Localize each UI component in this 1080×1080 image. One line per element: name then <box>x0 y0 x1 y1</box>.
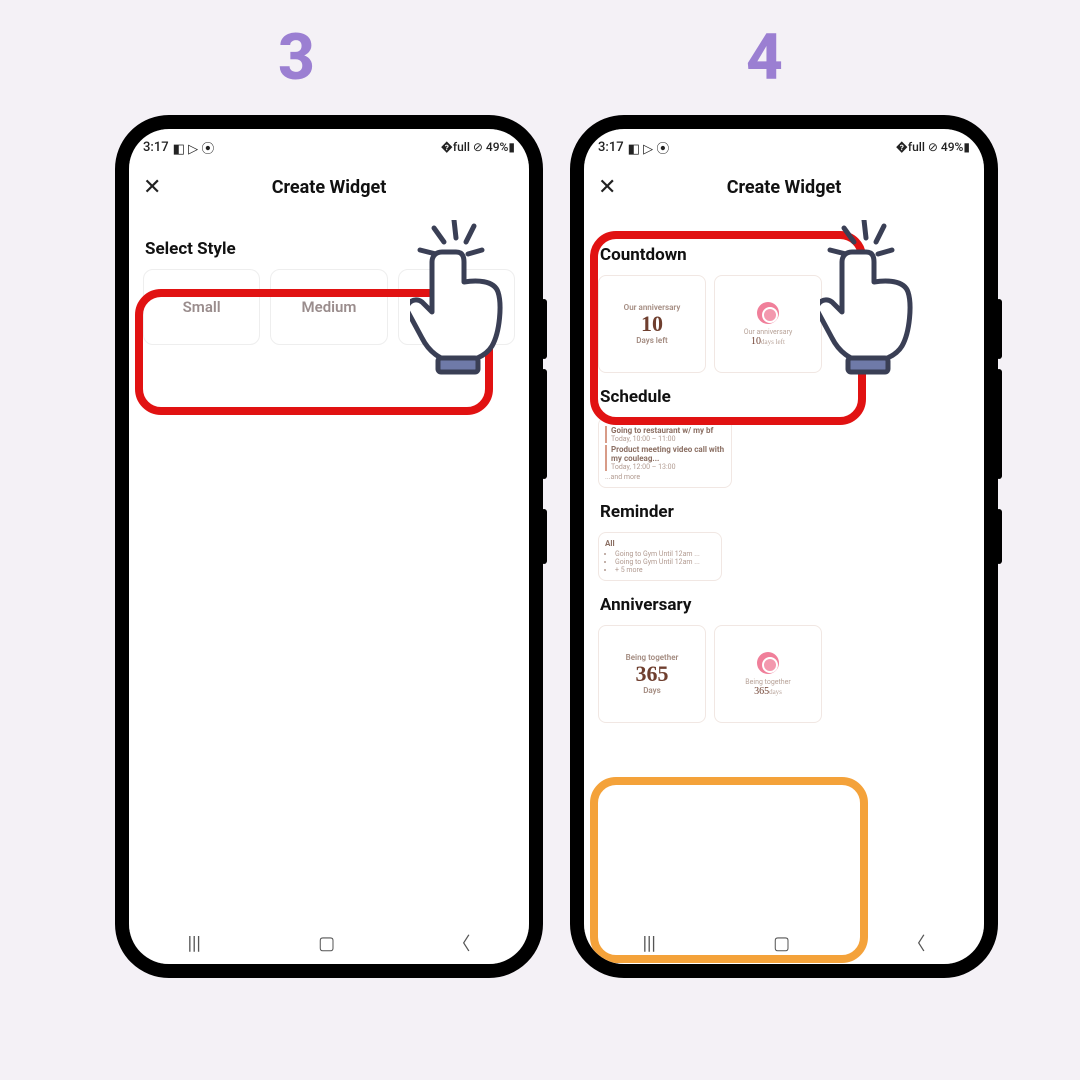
status-bar: 3:17 ◧ ▷ ⦿ �full ⊘ 49%▮ <box>129 129 529 165</box>
countdown-b-value: 10 <box>751 336 761 347</box>
award-icon <box>757 302 779 324</box>
close-icon[interactable]: ✕ <box>143 175 161 200</box>
status-bar: 3:17 ◧ ▷ ⦿ �full ⊘ 49%▮ <box>584 129 984 165</box>
schedule-more: ...and more <box>605 473 725 481</box>
schedule-widgets: Going to restaurant w/ my bfToday, 10:00… <box>598 417 970 488</box>
android-nav-bar: ||| ▢ 〈 <box>584 922 984 964</box>
countdown-widgets: Our anniversary 10 Days left Our anniver… <box>598 275 970 373</box>
anniv-b-title: Being together <box>745 678 790 686</box>
anniversary-widgets: Being together 365 Days Being together 3… <box>598 625 970 723</box>
anniversary-widget-a[interactable]: Being together 365 Days <box>598 625 706 723</box>
app-bar: ✕ Create Widget <box>129 165 529 209</box>
style-option-small[interactable]: Small <box>143 269 260 345</box>
style-option-large[interactable]: Large <box>398 269 515 345</box>
schedule-item-2: Product meeting video call with my coule… <box>611 445 724 463</box>
reminder-item-2: Going to Gym Until 12am ... <box>615 558 715 566</box>
section-reminder: Reminder <box>600 502 970 522</box>
nav-recent-icon[interactable]: ||| <box>643 933 656 954</box>
style-option-medium[interactable]: Medium <box>270 269 387 345</box>
screen-title: Create Widget <box>272 177 387 198</box>
screen-content: Countdown Our anniversary 10 Days left O… <box>584 209 984 723</box>
schedule-item-1-time: Today, 10:00 – 11:00 <box>611 435 676 443</box>
reminder-more: + 5 more <box>615 566 715 574</box>
nav-home-icon[interactable]: ▢ <box>773 933 790 954</box>
reminder-all: All <box>605 539 715 548</box>
status-system-icons: �full ⊘ 49%▮ <box>441 140 515 154</box>
nav-recent-icon[interactable]: ||| <box>188 933 201 954</box>
android-nav-bar: ||| ▢ 〈 <box>129 922 529 964</box>
screen-content: Select Style Small Medium Large <box>129 209 529 345</box>
section-countdown: Countdown <box>600 245 970 265</box>
nav-back-icon[interactable]: 〈 <box>452 930 470 956</box>
anniv-b-sub: days <box>769 688 782 696</box>
anniv-b-value: 365 <box>754 686 769 697</box>
reminder-widget[interactable]: All Going to Gym Until 12am ... Going to… <box>598 532 722 581</box>
status-time: 3:17 <box>143 140 169 155</box>
status-notif-icons: ◧ ▷ ⦿ <box>628 138 670 157</box>
phone-mockup-3: 3:17 ◧ ▷ ⦿ �full ⊘ 49%▮ ✕ Create Widget … <box>115 115 543 978</box>
countdown-b-sub: days left <box>761 338 785 346</box>
section-schedule: Schedule <box>600 387 970 407</box>
countdown-widget-b[interactable]: Our anniversary 10days left <box>714 275 822 373</box>
screen-title: Create Widget <box>727 177 842 198</box>
status-system-icons: �full ⊘ 49%▮ <box>896 140 970 154</box>
section-select-style: Select Style <box>145 239 515 259</box>
countdown-widget-a[interactable]: Our anniversary 10 Days left <box>598 275 706 373</box>
schedule-item-1: Going to restaurant w/ my bf <box>611 426 713 435</box>
nav-home-icon[interactable]: ▢ <box>318 933 335 954</box>
status-notif-icons: ◧ ▷ ⦿ <box>173 138 215 157</box>
nav-back-icon[interactable]: 〈 <box>907 930 925 956</box>
award-icon <box>757 652 779 674</box>
app-bar: ✕ Create Widget <box>584 165 984 209</box>
anniv-a-sub: Days <box>643 686 661 695</box>
countdown-b-title: Our anniversary <box>744 328 793 336</box>
schedule-widget[interactable]: Going to restaurant w/ my bfToday, 10:00… <box>598 417 732 488</box>
countdown-a-value: 10 <box>641 312 663 336</box>
close-icon[interactable]: ✕ <box>598 175 616 200</box>
schedule-item-2-time: Today, 12:00 – 13:00 <box>611 463 676 471</box>
phone-mockup-4: 3:17 ◧ ▷ ⦿ �full ⊘ 49%▮ ✕ Create Widget … <box>570 115 998 978</box>
anniv-a-value: 365 <box>636 662 669 686</box>
reminder-widgets: All Going to Gym Until 12am ... Going to… <box>598 532 970 581</box>
reminder-item-1: Going to Gym Until 12am ... <box>615 550 715 558</box>
style-options: Small Medium Large <box>143 269 515 345</box>
anniversary-widget-b[interactable]: Being together 365days <box>714 625 822 723</box>
section-anniversary: Anniversary <box>600 595 970 615</box>
step-number-3: 3 <box>278 26 315 90</box>
countdown-a-sub: Days left <box>636 336 667 345</box>
status-time: 3:17 <box>598 140 624 155</box>
step-number-4: 4 <box>746 26 783 90</box>
